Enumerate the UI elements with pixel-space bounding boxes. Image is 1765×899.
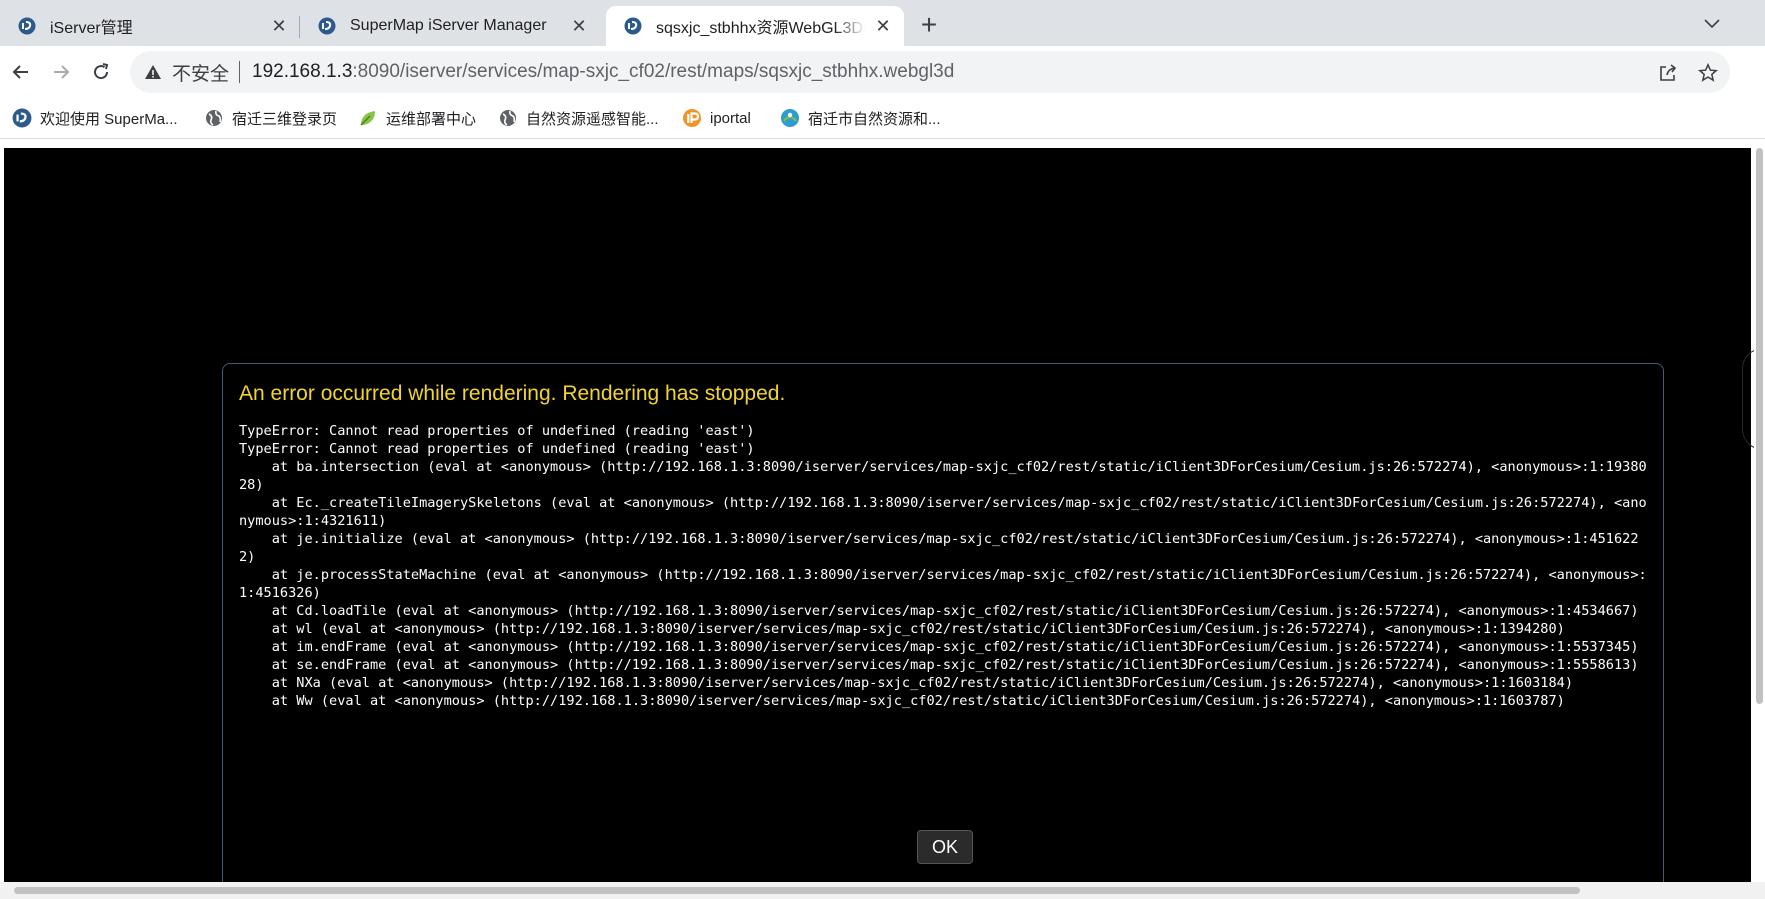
tab-iserver-manager[interactable]: SuperMap iServer Manager ✕ xyxy=(300,6,600,46)
address-bar[interactable]: 不安全 192.168.1.3:8090/iserver/services/ma… xyxy=(130,51,1730,93)
tab-title: sqsxjc_stbhhx资源WebGL3D表达 xyxy=(656,20,866,37)
share-button[interactable] xyxy=(1657,62,1679,84)
tab-title: iServer管理 xyxy=(50,20,133,37)
bookmark-label: iportal xyxy=(710,109,751,127)
supermap-logo-icon xyxy=(12,108,32,128)
supermap-logo-icon xyxy=(624,17,642,35)
bookmark-suqian-3d-login[interactable]: 宿迁三维登录页 xyxy=(204,106,337,130)
security-status-label[interactable]: 不安全 xyxy=(172,59,229,86)
tab-title: SuperMap iServer Manager xyxy=(350,17,547,34)
arrow-left-icon xyxy=(12,65,28,79)
chevron-down-icon xyxy=(1704,19,1720,29)
bookmark-supermap[interactable]: 欢迎使用 SuperMa... xyxy=(12,106,178,130)
render-error-dialog: An error occurred while rendering. Rende… xyxy=(222,363,1664,883)
arrow-right-icon xyxy=(54,65,70,79)
close-tab-icon[interactable]: ✕ xyxy=(568,15,590,37)
iportal-logo-icon xyxy=(683,109,701,127)
globe-icon xyxy=(500,110,516,126)
bookmark-iportal[interactable]: iportal xyxy=(682,106,751,130)
tab-iserver-admin[interactable]: iServer管理 ✕ xyxy=(0,6,300,46)
vertical-scroll-thumb[interactable] xyxy=(1756,148,1763,704)
bookmark-label: 运维部署中心 xyxy=(386,110,477,128)
url-path: :8090/iserver/services/map-sxjc_cf02/res… xyxy=(352,61,955,82)
supermap-logo-icon xyxy=(318,17,336,35)
vertical-scrollbar[interactable] xyxy=(1754,148,1765,882)
close-tab-icon[interactable]: ✕ xyxy=(872,15,894,37)
bookmark-suqian-natural-resources[interactable]: 宿迁市自然资源和... xyxy=(780,106,941,130)
error-stack-trace: TypeError: Cannot read properties of und… xyxy=(239,423,1647,709)
supermap-logo-icon xyxy=(18,17,36,35)
warning-triangle-icon xyxy=(145,65,161,79)
close-tab-icon[interactable]: ✕ xyxy=(268,15,290,37)
url-host: 192.168.1.3 xyxy=(252,61,353,82)
forward-button[interactable] xyxy=(47,58,75,86)
star-icon xyxy=(1698,63,1718,82)
emblem-icon xyxy=(781,109,799,127)
bookmark-natural-resources-rs[interactable]: 自然资源遥感智能... xyxy=(498,106,659,130)
bookmark-label: 欢迎使用 SuperMa... xyxy=(40,110,178,128)
bookmark-ops-deploy-center[interactable]: 运维部署中心 xyxy=(358,106,476,130)
url-text[interactable]: 192.168.1.3:8090/iserver/services/map-sx… xyxy=(252,61,954,83)
leaf-icon xyxy=(360,111,375,126)
globe-icon xyxy=(206,110,222,126)
bookmarks-bar: 欢迎使用 SuperMa... 宿迁三维登录页 运维部署中心 自然资源遥感智能.… xyxy=(0,98,1765,139)
horizontal-scroll-thumb[interactable] xyxy=(14,887,1580,894)
bookmark-label: 宿迁市自然资源和... xyxy=(808,110,941,128)
horizontal-scrollbar[interactable] xyxy=(0,882,1765,899)
reload-button[interactable] xyxy=(87,58,115,86)
back-button[interactable] xyxy=(7,58,35,86)
tab-strip: iServer管理 ✕ SuperMap iServer Manager ✕ s… xyxy=(0,0,1765,46)
browser-toolbar: 不安全 192.168.1.3:8090/iserver/services/ma… xyxy=(0,46,1765,98)
bookmark-label: 宿迁三维登录页 xyxy=(232,110,338,128)
error-title: An error occurred while rendering. Rende… xyxy=(239,382,786,405)
tab-webgl3d[interactable]: sqsxjc_stbhhx资源WebGL3D表达 ✕ xyxy=(606,6,904,46)
share-icon xyxy=(1660,64,1677,81)
new-tab-button[interactable]: + xyxy=(914,10,944,40)
bookmark-star-button[interactable] xyxy=(1697,62,1719,84)
bookmark-label: 自然资源遥感智能... xyxy=(526,110,659,128)
ok-button[interactable]: OK xyxy=(917,830,973,864)
reload-icon xyxy=(94,63,109,80)
address-divider xyxy=(239,61,241,83)
tab-search-button[interactable] xyxy=(1700,12,1724,36)
